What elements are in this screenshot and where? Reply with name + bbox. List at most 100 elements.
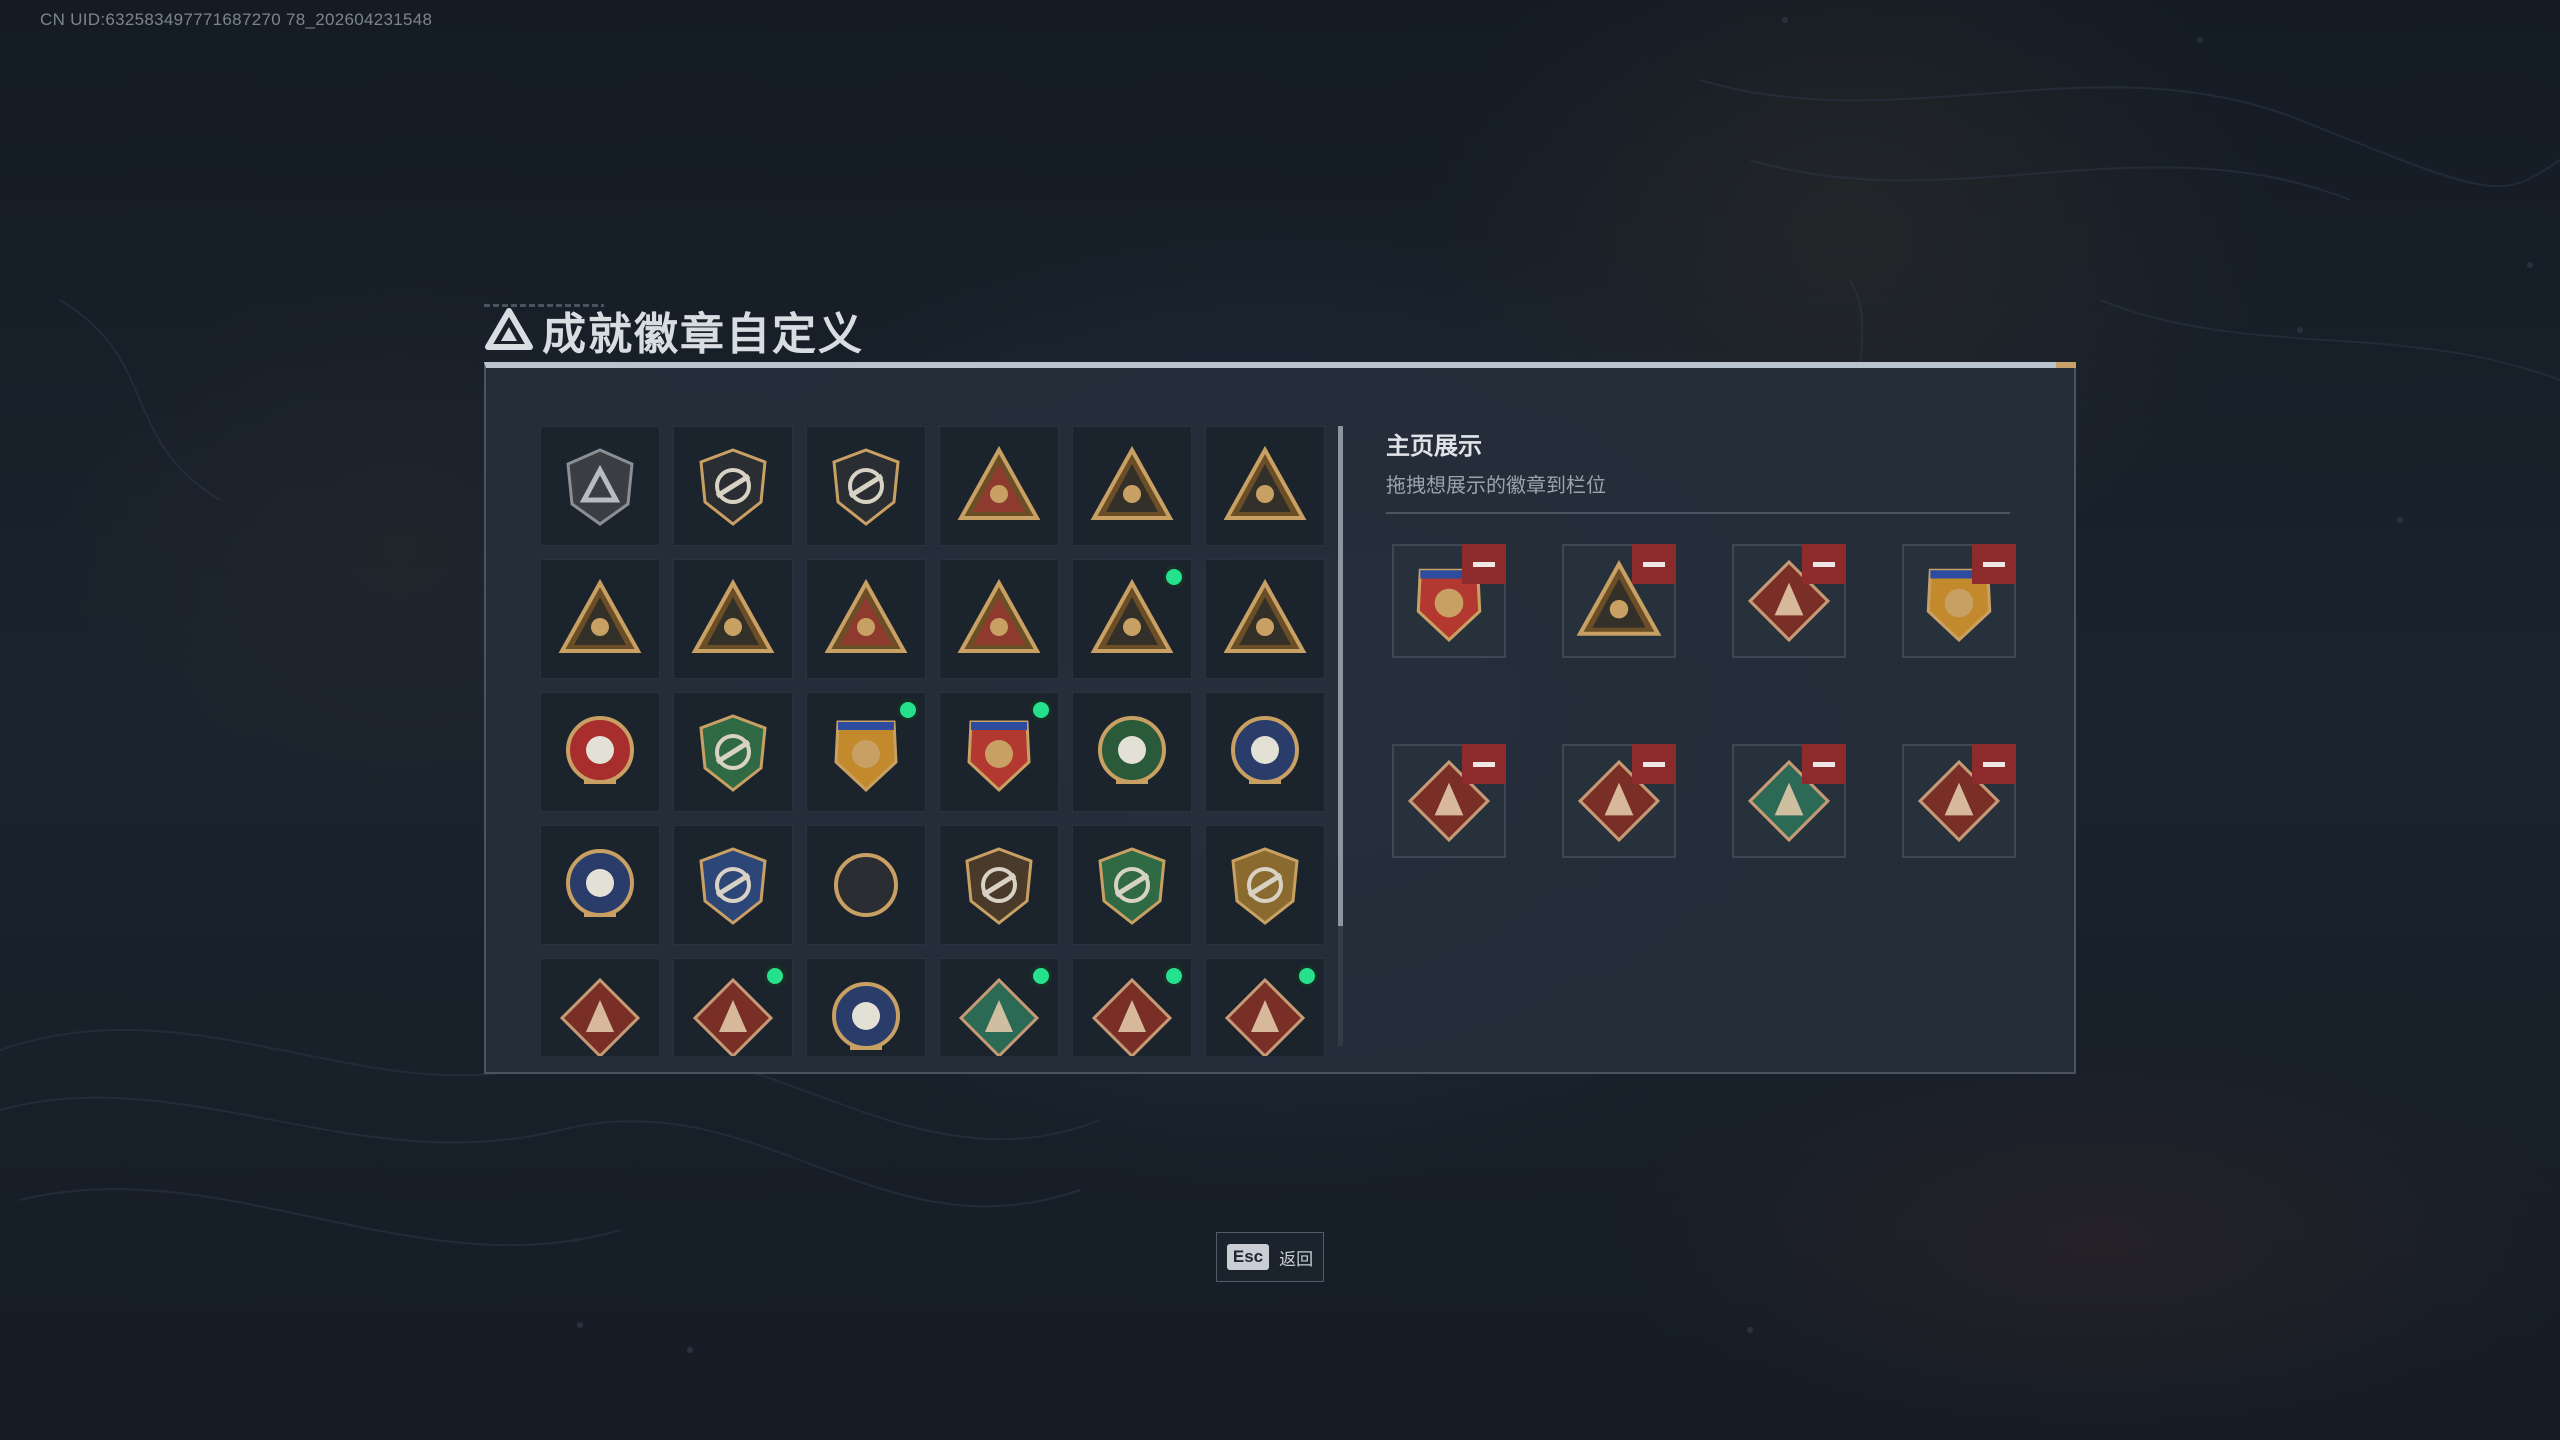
badge-cell[interactable]: [673, 958, 793, 1056]
badge-cell[interactable]: [939, 426, 1059, 546]
green-gun-diamond-badge-icon: [958, 977, 1040, 1056]
blue-spike-emblem-badge-icon: [566, 849, 634, 917]
minus-icon: [1813, 561, 1835, 567]
remove-badge-button[interactable]: [1632, 744, 1676, 784]
triangle-shield-badge-icon: [566, 448, 634, 526]
remove-badge-button[interactable]: [1462, 544, 1506, 584]
badge-cell[interactable]: [1205, 692, 1325, 812]
badge-cell[interactable]: [1072, 559, 1192, 679]
minus-icon: [1643, 761, 1665, 767]
badge-cell[interactable]: [806, 559, 926, 679]
showcase-divider: [1386, 512, 2010, 514]
badge-cell[interactable]: [540, 426, 660, 546]
badge-cell[interactable]: [540, 559, 660, 679]
showcase-slot[interactable]: [1562, 544, 1676, 658]
new-indicator-dot: [1030, 699, 1052, 721]
brown-rifle-shield-badge-icon: [965, 847, 1033, 925]
badge-cell[interactable]: [1205, 559, 1325, 679]
boat-triangle-badge-icon: [824, 578, 908, 653]
badge-cell[interactable]: [673, 825, 793, 945]
remove-badge-button[interactable]: [1462, 744, 1506, 784]
red-crest-badge-icon: [967, 720, 1031, 793]
level-54-triangle-badge-icon: [1090, 445, 1174, 520]
badge-grid: [540, 426, 1334, 1056]
eagle-circle-badge-icon: [832, 982, 900, 1050]
back-button[interactable]: Esc 返回: [1216, 1232, 1324, 1282]
showcase-slot[interactable]: [1562, 744, 1676, 858]
page-title: 成就徽章自定义: [542, 310, 864, 359]
minus-icon: [1983, 561, 2005, 567]
showcase-slot[interactable]: [1732, 744, 1846, 858]
badge-grid-scroll-area[interactable]: [540, 426, 1334, 1056]
minus-icon: [1643, 561, 1665, 567]
uid-label: CN UID:632583497771687270 78_20260423154…: [40, 10, 433, 29]
badge-cell[interactable]: [806, 692, 926, 812]
blue-skull-badge-icon: [1231, 716, 1299, 784]
badge-cell[interactable]: [806, 825, 926, 945]
esc-key-hint: Esc: [1226, 1244, 1270, 1270]
minus-icon: [1813, 761, 1835, 767]
star-triangle-badge-icon: [1090, 578, 1174, 653]
new-indicator-dot: [1296, 965, 1318, 987]
badge-cell[interactable]: [806, 958, 926, 1056]
remove-badge-button[interactable]: [1802, 544, 1846, 584]
badge-cell[interactable]: [673, 426, 793, 546]
wolf-diamond-badge-icon: [559, 977, 641, 1056]
showcase-slot[interactable]: [1392, 744, 1506, 858]
dragon-diamond-badge-icon: [1091, 977, 1173, 1056]
showcase-section: 主页展示 拖拽想展示的徽章到栏位: [1386, 426, 2026, 858]
window-title-bar: 成就徽章自定义: [484, 300, 864, 360]
badge-cell[interactable]: [1072, 825, 1192, 945]
badge-cell[interactable]: [1072, 692, 1192, 812]
blue-rifle-wings-badge-icon: [834, 853, 898, 917]
badge-cell[interactable]: [939, 692, 1059, 812]
remove-badge-button[interactable]: [1972, 544, 2016, 584]
showcase-slot[interactable]: [1902, 544, 2016, 658]
dragon-diamond-badge-icon: [1224, 977, 1306, 1056]
wolf-diamond-badge-icon: [692, 977, 774, 1056]
remove-badge-button[interactable]: [1632, 544, 1676, 584]
badge-grid-scrollbar[interactable]: [1338, 426, 1343, 1046]
gold-star-emblem-badge-icon: [566, 716, 634, 784]
badge-cell[interactable]: [939, 825, 1059, 945]
badge-cell[interactable]: [540, 692, 660, 812]
minus-icon: [1473, 761, 1495, 767]
badge-cell[interactable]: [1072, 958, 1192, 1056]
badge-cell[interactable]: [1205, 958, 1325, 1056]
badge-cell[interactable]: [1205, 426, 1325, 546]
remove-badge-button[interactable]: [1802, 744, 1846, 784]
minus-icon: [1473, 561, 1495, 567]
showcase-title: 主页展示: [1386, 433, 1482, 460]
new-indicator-dot: [764, 965, 786, 987]
scrollbar-thumb[interactable]: [1338, 426, 1343, 926]
showcase-slot[interactable]: [1902, 744, 2016, 858]
new-indicator-dot: [1163, 566, 1185, 588]
eye-triangle-badge-icon: [957, 445, 1041, 520]
gold-crest-badge-icon: [834, 720, 898, 793]
triangle-logo-icon: [485, 308, 533, 350]
badge-cell[interactable]: [939, 559, 1059, 679]
level-55-triangle-badge-icon: [1223, 445, 1307, 520]
badge-cell[interactable]: [540, 825, 660, 945]
badge-cell[interactable]: [673, 559, 793, 679]
showcase-slot[interactable]: [1732, 544, 1846, 658]
level-58-triangle-badge-icon: [691, 578, 775, 653]
badge-cell[interactable]: [1205, 825, 1325, 945]
minus-icon: [1983, 761, 2005, 767]
showcase-slot[interactable]: [1392, 544, 1506, 658]
green-rifle-shield-badge-icon: [1098, 847, 1166, 925]
badge-customize-panel: 主页展示 拖拽想展示的徽章到栏位: [484, 362, 2076, 1074]
badge-cell[interactable]: [939, 958, 1059, 1056]
new-indicator-dot: [897, 699, 919, 721]
green-skull-target-badge-icon: [1098, 716, 1166, 784]
badge-cell[interactable]: [673, 692, 793, 812]
badge-cell[interactable]: [1072, 426, 1192, 546]
badge-cell[interactable]: [806, 426, 926, 546]
badge-cell[interactable]: [540, 958, 660, 1056]
green-shield-badge-icon: [699, 714, 767, 792]
new-indicator-dot: [1030, 965, 1052, 987]
new-indicator-dot: [1163, 965, 1185, 987]
helicopter-shield-badge-icon: [699, 448, 767, 526]
level-57-triangle-badge-icon: [558, 578, 642, 653]
remove-badge-button[interactable]: [1972, 744, 2016, 784]
